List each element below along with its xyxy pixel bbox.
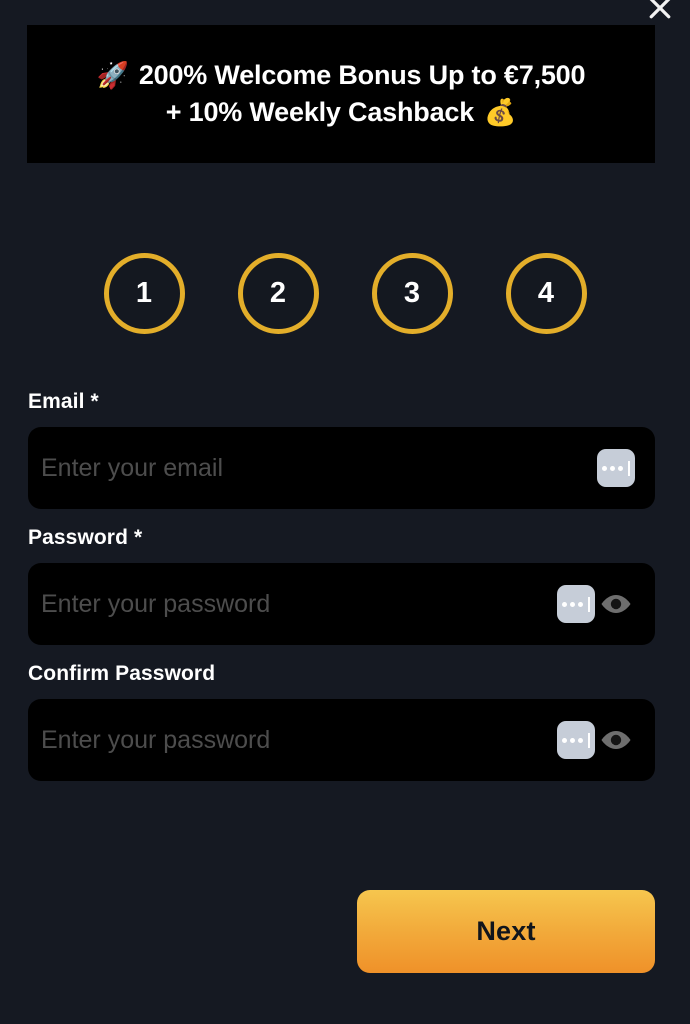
eye-icon: [601, 731, 631, 749]
password-input-wrapper[interactable]: [28, 563, 655, 645]
step-indicator-1[interactable]: 1: [103, 253, 185, 334]
next-button[interactable]: Next: [357, 890, 655, 973]
registration-form: Email * Password * Confirm Password: [28, 390, 655, 798]
promo-line-2: + 10% Weekly Cashback 💰: [165, 96, 517, 128]
confirm-password-input[interactable]: [28, 699, 557, 781]
money-bag-icon: 💰: [484, 96, 517, 127]
eye-icon: [601, 595, 631, 613]
toggle-password-visibility-button[interactable]: [595, 584, 637, 624]
confirm-password-input-wrapper[interactable]: [28, 699, 655, 781]
promo-line-1: 🚀 200% Welcome Bonus Up to €7,500: [97, 60, 586, 91]
email-input-wrapper[interactable]: [28, 427, 655, 509]
close-dialog-button[interactable]: [640, 0, 680, 28]
confirm-password-label: Confirm Password: [28, 662, 216, 685]
promo-text-1: 200% Welcome Bonus Up to €7,500: [138, 59, 586, 90]
registration-stepper: 1 2 3 4: [0, 253, 690, 334]
email-input[interactable]: [28, 427, 597, 509]
autofill-suggestion-icon[interactable]: [557, 585, 595, 623]
promo-text-2: + 10% Weekly Cashback: [165, 97, 475, 127]
email-label: Email *: [28, 390, 99, 413]
autofill-suggestion-icon[interactable]: [557, 721, 595, 759]
promo-banner: 🚀 200% Welcome Bonus Up to €7,500 + 10% …: [27, 25, 655, 163]
email-field-group: Email *: [28, 390, 655, 509]
step-indicator-3[interactable]: 3: [371, 253, 453, 334]
password-input[interactable]: [28, 563, 557, 645]
password-label: Password *: [28, 526, 143, 549]
close-icon: [649, 0, 671, 19]
form-actions: Next: [0, 890, 690, 973]
step-indicator-2[interactable]: 2: [237, 253, 319, 334]
autofill-suggestion-icon[interactable]: [597, 449, 635, 487]
toggle-confirm-password-visibility-button[interactable]: [595, 720, 637, 760]
password-field-group: Password *: [28, 526, 655, 645]
confirm-password-field-group: Confirm Password: [28, 662, 655, 781]
rocket-icon: 🚀: [96, 59, 129, 90]
step-indicator-4[interactable]: 4: [505, 253, 587, 334]
